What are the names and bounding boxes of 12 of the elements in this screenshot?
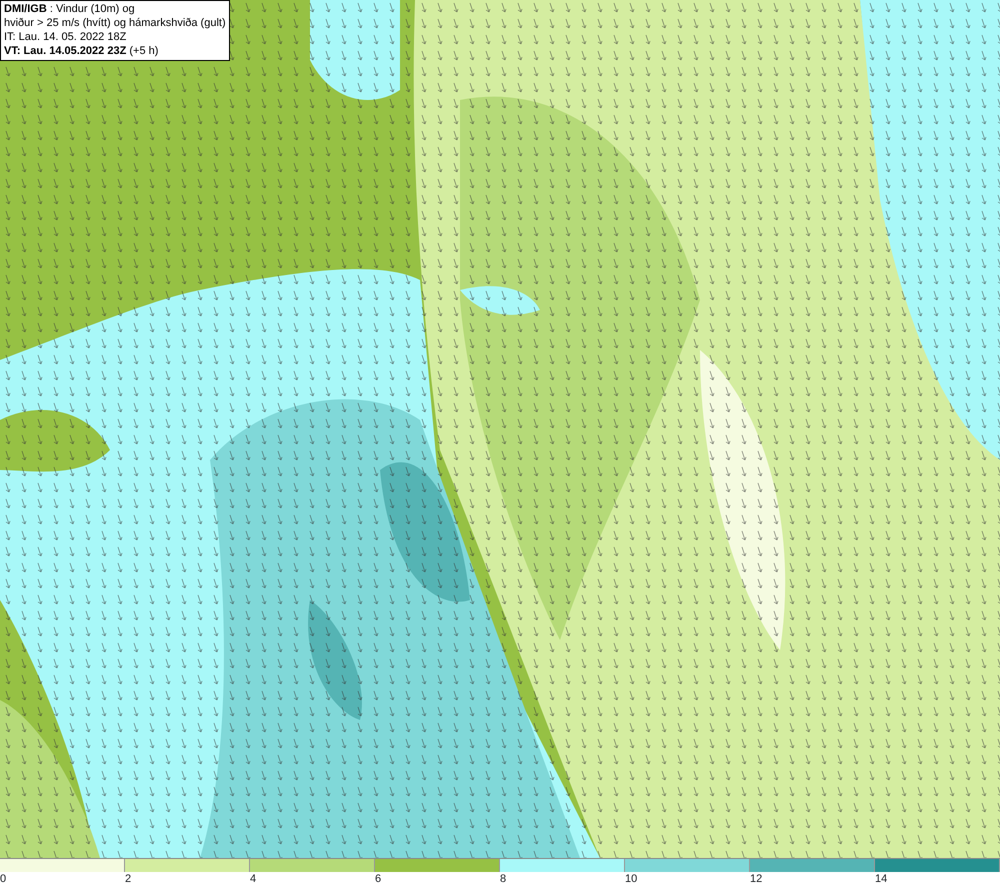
scale-label: 12 [750,872,762,886]
scale-label: 10 [625,872,638,886]
legend-text: hviður > 25 m/s (hvítt) og hámarkshviða (gult) [4,16,226,30]
scale-label: 0 [0,872,6,886]
legend-text: VT: Lau. 14.05.2022 23Z (+5 h) [4,44,160,58]
legend-text: DMI/IGB : Vindur (10m) og [4,2,136,16]
scale-label: 4 [250,872,256,886]
scale-label: 6 [375,872,382,886]
scale-label: 8 [500,872,506,886]
scale-label: 14 [875,872,888,886]
legend-text: IT: Lau. 14. 05. 2022 18Z [4,30,128,44]
scale-label: 2 [125,872,132,886]
